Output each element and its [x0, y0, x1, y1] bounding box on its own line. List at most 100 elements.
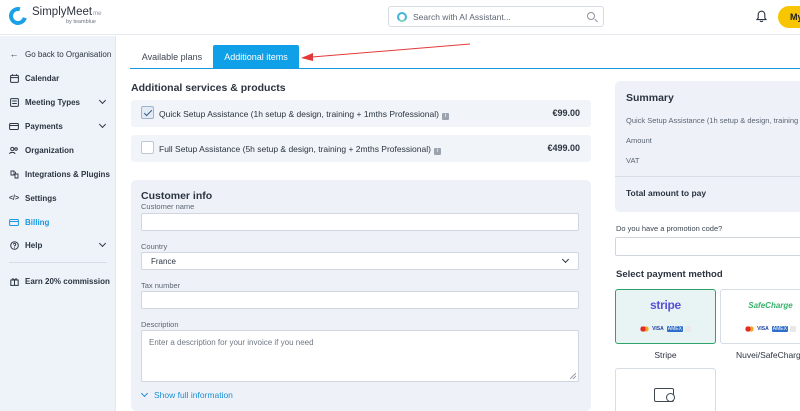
payment-name-nuvei: Nuvei/SafeCharg: [736, 350, 800, 360]
quick-setup-checkbox[interactable]: [141, 106, 154, 119]
card-brands: VISA AMEX: [616, 326, 715, 332]
full-setup-checkbox[interactable]: [141, 141, 154, 154]
gift-icon: [9, 276, 19, 286]
card-brands: VISA AMEX: [721, 326, 800, 332]
sidebar-divider: [9, 262, 107, 263]
sidebar-item-calendar[interactable]: Calendar: [0, 68, 116, 88]
sidebar-item-help[interactable]: Help: [0, 235, 116, 255]
services-title: Additional services & products: [131, 82, 286, 94]
promo-code-label: Do you have a promotion code?: [616, 224, 723, 233]
chevron-down-icon: [98, 120, 107, 129]
back-to-organisation[interactable]: ← Go back to Organisation: [0, 44, 116, 64]
search-placeholder: Search with AI Assistant...: [413, 12, 511, 22]
sidebar-item-earn-commission[interactable]: Earn 20% commission: [0, 271, 116, 291]
sidebar-item-meeting-types[interactable]: Meeting Types: [0, 92, 116, 112]
ai-assistant-icon: [397, 12, 407, 22]
safecharge-logo: SafeCharge: [748, 301, 793, 310]
ai-search-input[interactable]: Search with AI Assistant...: [388, 6, 604, 27]
payment-method-title: Select payment method: [616, 269, 723, 280]
amex-icon: AMEX: [666, 326, 683, 332]
service-row-full-setup[interactable]: Full Setup Assistance (5h setup & design…: [131, 135, 591, 162]
description-placeholder: Enter a description for your invoice if …: [149, 338, 314, 347]
logo-by: by teamblue: [66, 18, 96, 25]
summary-vat-label: VAT: [626, 156, 640, 165]
calendar-icon: [9, 73, 19, 83]
service-price: €499.00: [547, 143, 580, 153]
sidebar-item-label: Integrations & Plugins: [25, 169, 110, 179]
customer-name-label: Customer name: [141, 202, 195, 211]
tabs-underline: [130, 68, 800, 69]
mastercard-icon: [640, 326, 649, 332]
help-icon: [9, 240, 19, 250]
country-label: Country: [141, 242, 168, 251]
sidebar-item-label: Calendar: [25, 73, 60, 83]
sidebar-item-integrations[interactable]: Integrations & Plugins: [0, 164, 116, 184]
visa-icon: VISA: [652, 326, 664, 332]
billing-icon: [9, 217, 19, 227]
card-brand-icon: [684, 326, 691, 332]
organization-icon: [9, 145, 19, 155]
tab-available-plans[interactable]: Available plans: [131, 45, 213, 69]
sidebar-item-label: Help: [25, 240, 43, 250]
description-textarea[interactable]: Enter a description for your invoice if …: [141, 330, 579, 382]
service-price: €99.00: [552, 108, 580, 118]
sidebar-item-billing[interactable]: Billing: [0, 212, 116, 232]
summary-title: Summary: [626, 92, 674, 104]
customer-info-card: Customer info Customer name Country Fran…: [131, 180, 591, 411]
tax-number-label: Tax number: [141, 281, 181, 290]
back-label: Go back to Organisation: [25, 49, 112, 59]
summary-amount-label: Amount: [626, 136, 652, 145]
code-icon: </>: [8, 194, 20, 202]
sidebar-item-label: Payments: [25, 121, 63, 131]
payment-option-bank-transfer[interactable]: [615, 368, 716, 411]
logo-icon: [5, 3, 31, 29]
amex-icon: AMEX: [771, 326, 788, 332]
bell-icon[interactable]: [756, 10, 767, 23]
sidebar-item-label: Meeting Types: [25, 97, 80, 107]
bank-card-icon: [654, 388, 675, 402]
show-full-label: Show full information: [154, 390, 233, 400]
service-label: Full Setup Assistance (5h setup & design…: [159, 144, 431, 154]
service-label: Quick Setup Assistance (1h setup & desig…: [159, 109, 439, 119]
arrow-left-icon: ←: [9, 49, 19, 59]
payment-option-nuvei[interactable]: SafeCharge VISA AMEX: [720, 289, 800, 344]
customer-name-field[interactable]: [141, 213, 579, 231]
logo-name: SimplyMeet: [32, 6, 93, 18]
chevron-down-icon: [561, 255, 570, 264]
sidebar-item-label: Organization: [25, 145, 74, 155]
app-logo[interactable]: SimplyMeetme by teamblue: [5, 3, 101, 29]
info-icon[interactable]: i: [441, 113, 449, 120]
info-icon[interactable]: i: [433, 148, 441, 155]
chevron-down-icon: [98, 96, 107, 105]
sidebar-item-settings[interactable]: </> Settings: [0, 188, 116, 208]
plugin-icon: [9, 169, 19, 179]
summary-total-label: Total amount to pay: [626, 188, 707, 198]
sidebar-item-organization[interactable]: Organization: [0, 140, 116, 160]
tab-additional-items[interactable]: Additional items: [213, 45, 299, 69]
country-select[interactable]: France: [141, 252, 579, 270]
customer-info-title: Customer info: [141, 190, 213, 202]
card-brand-icon: [789, 326, 796, 332]
top-bar: SimplyMeetme by teamblue Search with AI …: [0, 0, 800, 35]
account-button[interactable]: My: [778, 6, 800, 28]
tax-number-field[interactable]: [141, 291, 579, 309]
country-value: France: [151, 257, 176, 266]
stripe-logo: stripe: [650, 298, 681, 312]
mastercard-icon: [745, 326, 754, 332]
payment-name-stripe: Stripe: [654, 350, 677, 360]
sidebar-item-payments[interactable]: Payments: [0, 116, 116, 136]
service-row-quick-setup[interactable]: Quick Setup Assistance (1h setup & desig…: [131, 100, 591, 127]
summary-card: Summary Quick Setup Assistance (1h setup…: [615, 81, 800, 212]
search-icon[interactable]: [587, 12, 595, 20]
resize-handle-icon[interactable]: [570, 373, 576, 379]
description-label: Description: [141, 320, 179, 329]
summary-divider: [615, 176, 800, 177]
earn-label: Earn 20% commission: [25, 276, 110, 286]
chevron-down-icon: [98, 239, 107, 248]
promo-code-input[interactable]: [615, 237, 800, 256]
payment-option-stripe[interactable]: stripe VISA AMEX: [615, 289, 716, 344]
sidebar-item-label: Billing: [25, 217, 50, 227]
summary-item: Quick Setup Assistance (1h setup & desig…: [626, 116, 800, 125]
visa-icon: VISA: [757, 326, 769, 332]
show-full-information-link[interactable]: Show full information: [140, 389, 233, 400]
